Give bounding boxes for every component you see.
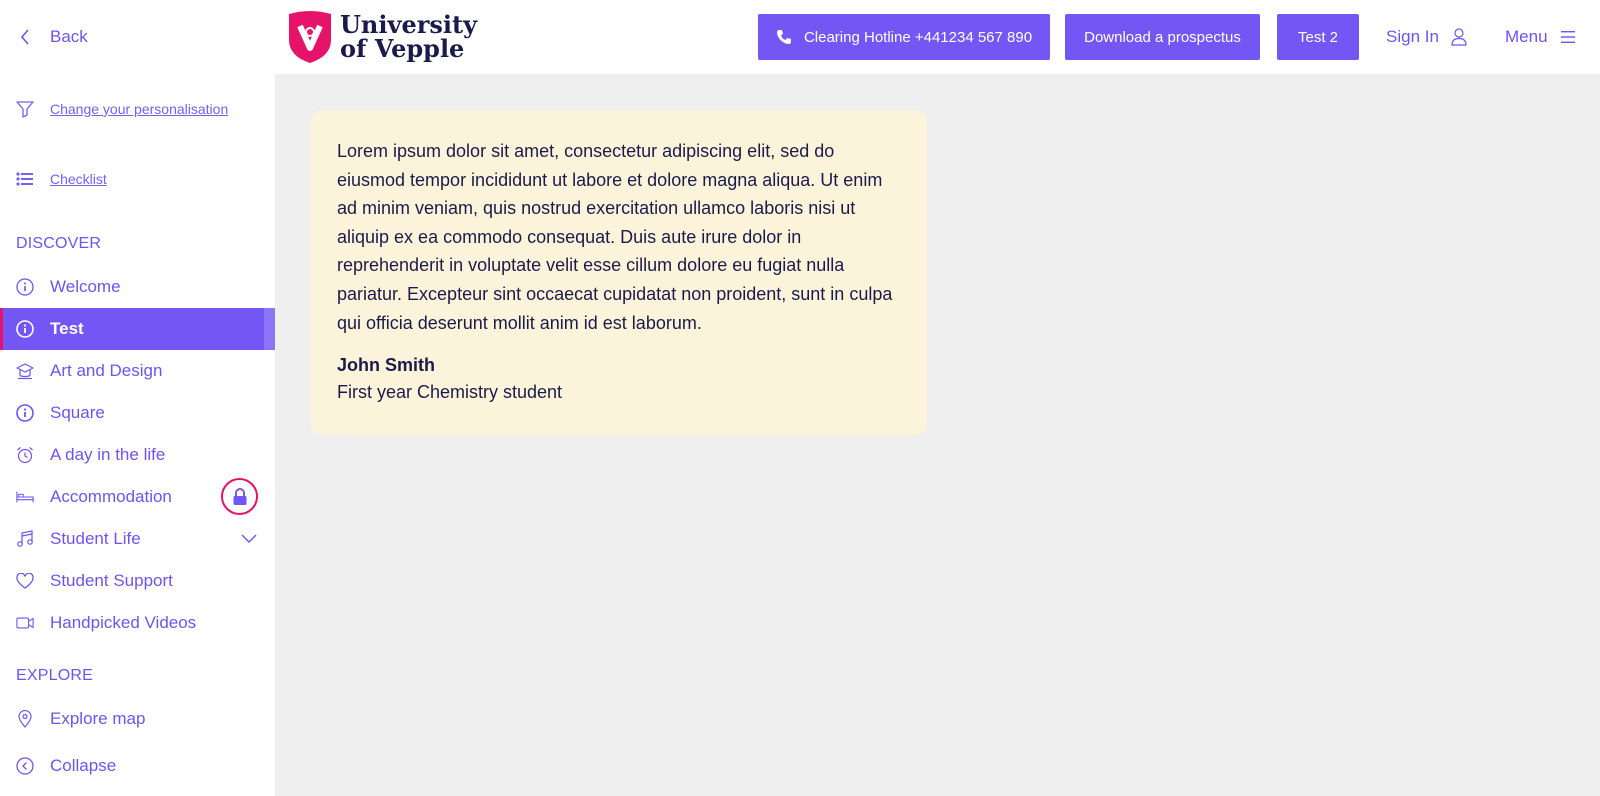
testimonial-card: Lorem ipsum dolor sit amet, consectetur … — [311, 110, 927, 435]
explore-heading: EXPLORE — [16, 667, 93, 684]
testimonial-author: John Smith — [337, 355, 435, 376]
menu-button[interactable]: Menu — [1505, 24, 1576, 50]
sign-in-label: Sign In — [1386, 27, 1439, 46]
hamburger-icon — [1560, 30, 1576, 44]
discover-heading: DISCOVER — [16, 235, 102, 252]
checklist-link[interactable]: Checklist — [16, 167, 107, 191]
shield-logo-icon — [287, 10, 333, 64]
heart-icon — [16, 572, 34, 590]
nav-item-label: Explore map — [50, 709, 146, 728]
nav-item-art-and-design[interactable]: Art and Design — [0, 350, 275, 392]
prospectus-label: Download a prospectus — [1084, 28, 1241, 46]
user-icon — [1451, 28, 1467, 46]
hotline-label: Clearing Hotline +441234 567 890 — [803, 28, 1033, 46]
sidebar: Back Change your personalisation Checkli… — [0, 0, 275, 796]
info-icon — [16, 278, 34, 296]
nav-item-student-life[interactable]: Student Life — [0, 518, 275, 560]
video-icon — [16, 614, 34, 632]
back-button[interactable]: Back — [16, 24, 88, 50]
phone-icon — [776, 29, 792, 45]
expand-student-life-button[interactable] — [240, 530, 258, 548]
sign-in-button[interactable]: Sign In — [1386, 24, 1467, 50]
info-icon — [16, 404, 34, 422]
nav-item-label: Student Support — [50, 571, 173, 590]
music-icon — [16, 530, 34, 548]
test-2-label: Test 2 — [1297, 28, 1339, 46]
lock-icon — [232, 487, 248, 506]
menu-label: Menu — [1505, 27, 1548, 46]
graduation-icon — [16, 362, 34, 380]
bed-icon — [16, 488, 34, 506]
logo-line-2: of Vepple — [340, 34, 465, 63]
collapse-button[interactable]: Collapse — [0, 745, 275, 787]
change-personalisation-label: Change your personalisation — [50, 101, 229, 117]
nav-item-student-support[interactable]: Student Support — [0, 560, 275, 602]
testimonial-role: First year Chemistry student — [337, 382, 563, 403]
change-personalisation-link[interactable]: Change your personalisation — [16, 97, 228, 121]
clearing-hotline-button[interactable]: Clearing Hotline +441234 567 890 — [758, 14, 1050, 60]
nav-item-label: Student Life — [50, 529, 141, 548]
university-logo[interactable]: University of Vepple — [287, 10, 477, 64]
nav-item-label: A day in the life — [50, 445, 166, 464]
nav-item-label: Test — [50, 319, 84, 338]
logo-wordmark: University of Vepple — [340, 13, 477, 61]
top-header: University of Vepple Clearing Hotline +4… — [275, 0, 1600, 74]
nav-item-label: Art and Design — [50, 361, 163, 380]
nav-item-label: Handpicked Videos — [50, 613, 197, 632]
testimonial-quote: Lorem ipsum dolor sit amet, consectetur … — [337, 141, 893, 333]
alarm-clock-icon — [16, 446, 34, 464]
nav-item-test[interactable]: Test — [0, 308, 275, 350]
nav-item-square[interactable]: Square — [0, 392, 275, 434]
nav-item-explore-map[interactable]: Explore map — [0, 698, 275, 740]
map-pin-icon — [16, 710, 34, 728]
download-prospectus-button[interactable]: Download a prospectus — [1065, 14, 1260, 60]
chevron-left-circle-icon — [16, 757, 34, 775]
info-icon — [16, 320, 34, 338]
nav-item-label: Accommodation — [50, 487, 172, 506]
nav-item-label: Collapse — [50, 756, 117, 775]
back-label: Back — [50, 27, 88, 46]
lock-badge[interactable] — [221, 478, 258, 515]
filter-icon — [16, 100, 34, 118]
nav-item-label: Welcome — [50, 277, 121, 296]
chevron-down-icon — [241, 534, 257, 544]
list-icon — [16, 170, 34, 188]
nav-item-handpicked-videos[interactable]: Handpicked Videos — [0, 602, 275, 644]
test-2-button[interactable]: Test 2 — [1277, 14, 1359, 60]
nav-item-label: Square — [50, 403, 105, 422]
checklist-label: Checklist — [50, 171, 107, 187]
nav-item-a-day-in-the-life[interactable]: A day in the life — [0, 434, 275, 476]
chevron-left-icon — [16, 28, 34, 46]
nav-item-welcome[interactable]: Welcome — [0, 266, 275, 308]
